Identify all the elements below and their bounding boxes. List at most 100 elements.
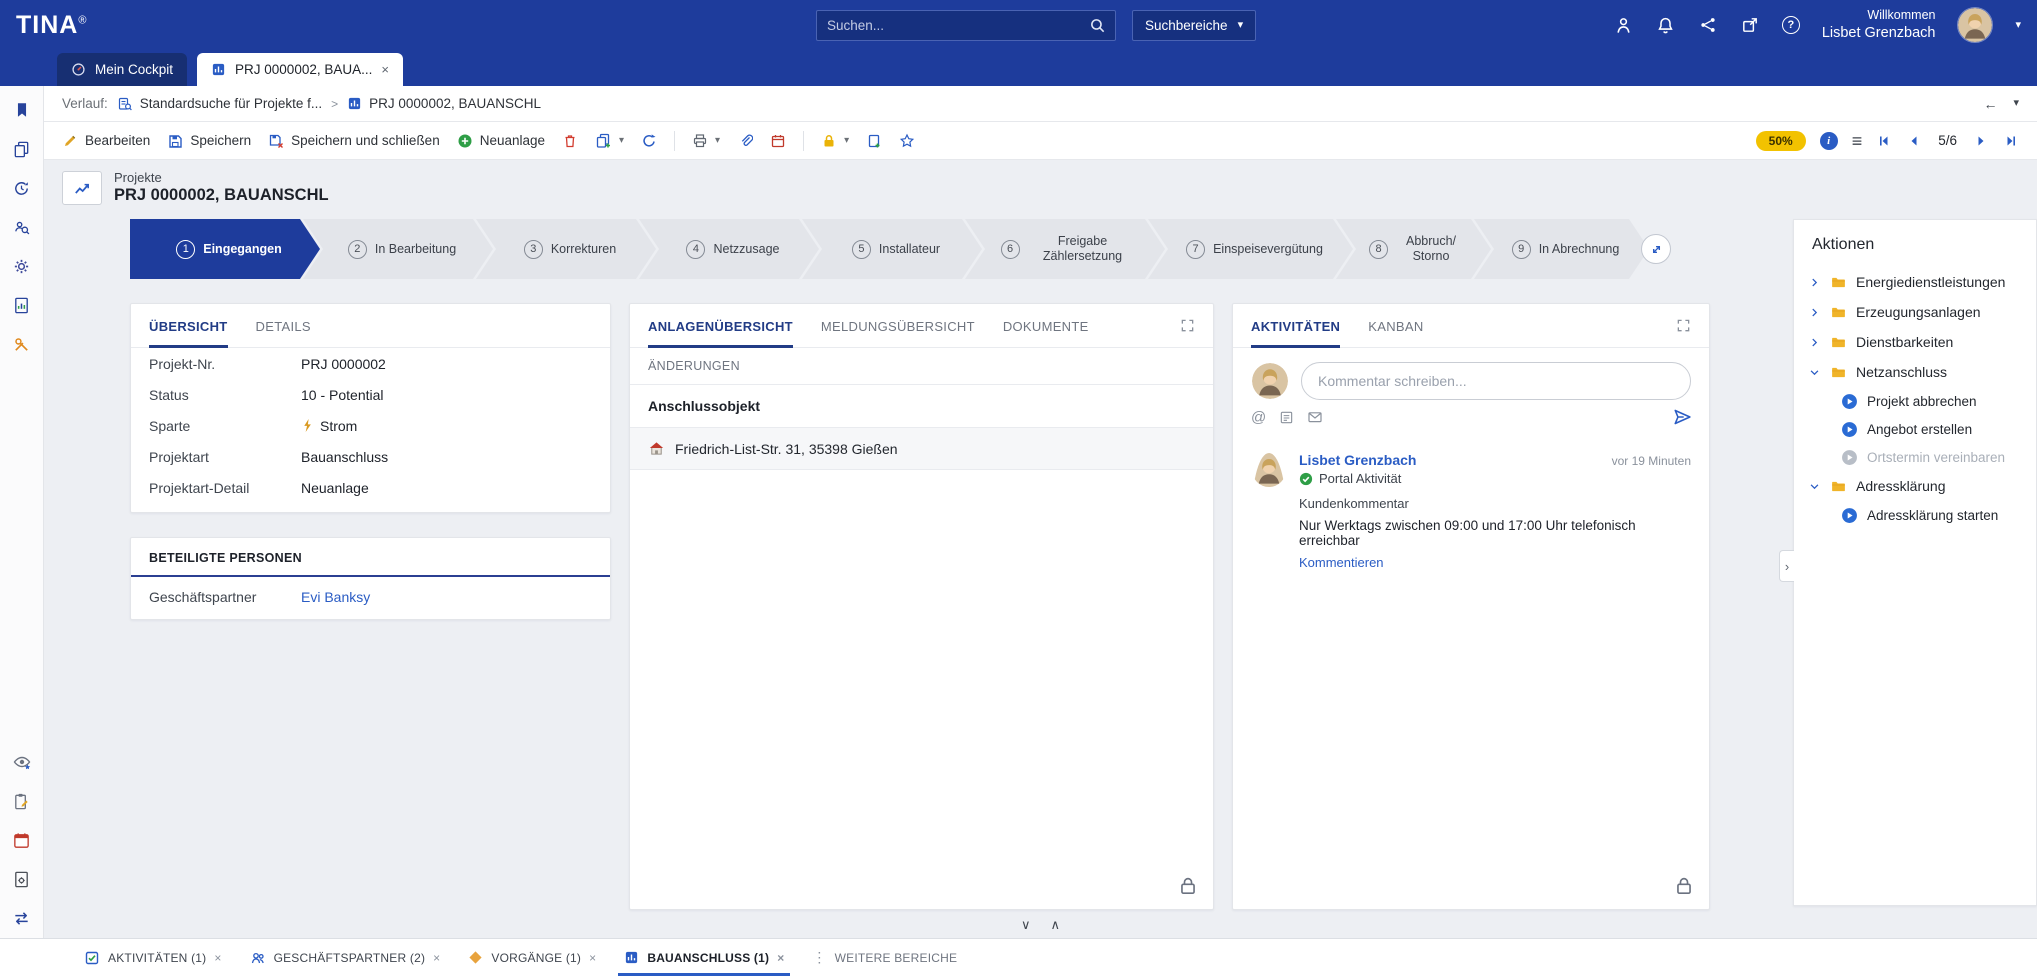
expand-card-icon[interactable] (1180, 318, 1195, 333)
refresh-button[interactable] (641, 133, 657, 149)
protected-lock-icon[interactable] (1673, 875, 1695, 897)
document-gear-icon[interactable] (12, 869, 32, 889)
comment-action-link[interactable]: Kommentieren (1299, 555, 1691, 570)
tab-details[interactable]: DETAILS (256, 304, 311, 348)
action-group-adressklaerung[interactable]: Adressklärung (1794, 471, 2036, 501)
lock-button[interactable]: ▾ (821, 133, 849, 149)
partner-link[interactable]: Evi Banksy (301, 589, 370, 605)
tab-meldungsuebersicht[interactable]: MELDUNGSÜBERSICHT (821, 304, 975, 348)
calendar-icon[interactable] (12, 830, 32, 850)
attachment-button[interactable] (737, 133, 753, 149)
stage-abbruch-storno[interactable]: 8Abbruch/ Storno (1336, 219, 1491, 279)
stage-eingegangen[interactable]: 1Eingegangen (130, 219, 320, 279)
send-comment-icon[interactable] (1673, 408, 1691, 426)
report-document-icon[interactable] (12, 295, 32, 315)
search-scope-button[interactable]: Suchbereiche ▾ (1132, 10, 1256, 41)
duplicate-button[interactable]: ▾ (595, 132, 624, 149)
form-icon[interactable] (1279, 410, 1294, 425)
expand-card-icon[interactable] (1676, 318, 1691, 333)
breadcrumb-item-project[interactable]: PRJ 0000002, BAUANSCHL (347, 96, 541, 111)
comment-input[interactable] (1301, 362, 1691, 400)
help-icon[interactable]: ? (1782, 16, 1800, 34)
menu-icon[interactable]: ≡ (1852, 132, 1863, 150)
action-group-energiedienstleistungen[interactable]: Energiedienstleistungen (1794, 267, 2036, 297)
collapse-up-icon[interactable]: ∧ (1051, 917, 1061, 933)
action-angebot-erstellen[interactable]: Angebot erstellen (1794, 415, 2036, 443)
stage-netzzusage[interactable]: 4Netzzusage (639, 219, 819, 279)
breadcrumb-item-search[interactable]: Standardsuche für Projekte f... (117, 96, 322, 112)
stage-edit-expand-button[interactable] (1641, 234, 1671, 264)
search-icon[interactable] (1087, 16, 1107, 36)
footer-more-areas[interactable]: ⋮ WEITERE BEREICHE (806, 939, 957, 976)
stage-installateur[interactable]: 5Installateur (802, 219, 982, 279)
previous-record-icon[interactable] (1906, 133, 1922, 149)
tab-anlagenuebersicht[interactable]: ANLAGENÜBERSICHT (648, 304, 793, 348)
close-icon[interactable]: × (433, 951, 440, 965)
stage-freigabe-zaehlersetzung[interactable]: 6Freigabe Zählersetzung (965, 219, 1165, 279)
user-avatar[interactable] (1957, 7, 1993, 43)
notifications-bell-icon[interactable] (1656, 15, 1676, 35)
stage-korrekturen[interactable]: 3Korrekturen (476, 219, 656, 279)
tab-kanban[interactable]: KANBAN (1368, 304, 1423, 348)
save-button[interactable]: Speichern (167, 133, 251, 149)
tab-project-document[interactable]: PRJ 0000002, BAUA... × (197, 53, 403, 86)
edit-button[interactable]: Bearbeiten (62, 133, 150, 149)
add-document-button[interactable] (866, 133, 882, 149)
share-icon[interactable] (1698, 15, 1718, 35)
close-icon[interactable]: × (381, 63, 389, 76)
footer-tab-geschaeftspartner[interactable]: GESCHÄFTSPARTNER (2) × (244, 939, 447, 976)
protected-lock-icon[interactable] (1177, 875, 1199, 897)
history-dropdown-icon[interactable]: ▾ (2013, 98, 2019, 109)
favorite-star-icon[interactable] (899, 133, 915, 149)
tab-aktivitaeten[interactable]: AKTIVITÄTEN (1251, 304, 1340, 348)
app-logo[interactable]: TINA® (0, 11, 87, 40)
tab-dokumente[interactable]: DOKUMENTE (1003, 304, 1089, 348)
close-icon[interactable]: × (777, 951, 784, 965)
stage-einspeiseverguetung[interactable]: 7Einspeisevergütung (1148, 219, 1353, 279)
actions-panel-collapse-button[interactable]: › (1779, 550, 1794, 582)
connection-object-row[interactable]: Friedrich-List-Str. 31, 35398 Gießen (630, 428, 1213, 470)
print-button[interactable]: ▾ (692, 133, 720, 149)
footer-tab-aktivitaeten[interactable]: AKTIVITÄTEN (1) × (78, 939, 228, 976)
tab-mein-cockpit[interactable]: Mein Cockpit (57, 53, 187, 86)
close-icon[interactable]: × (589, 951, 596, 965)
save-close-button[interactable]: Speichern und schließen (268, 133, 440, 149)
footer-tab-vorgaenge[interactable]: VORGÄNGE (1) × (462, 939, 602, 976)
user-directory-icon[interactable] (1614, 15, 1634, 35)
mention-at-icon[interactable]: @ (1251, 410, 1266, 425)
action-projekt-abbrechen[interactable]: Projekt abbrechen (1794, 387, 2036, 415)
copy-pages-icon[interactable] (12, 139, 32, 159)
new-record-button[interactable]: Neuanlage (457, 133, 545, 149)
tasks-clipboard-icon[interactable] (12, 791, 32, 811)
stage-in-bearbeitung[interactable]: 2In Bearbeitung (303, 219, 493, 279)
last-record-icon[interactable] (2003, 133, 2019, 149)
tools-icon[interactable] (12, 334, 32, 354)
first-record-icon[interactable] (1876, 133, 1892, 149)
tab-uebersicht[interactable]: ÜBERSICHT (149, 304, 228, 348)
open-external-icon[interactable] (1740, 15, 1760, 35)
delete-button[interactable] (562, 133, 578, 149)
action-group-netzanschluss[interactable]: Netzanschluss (1794, 357, 2036, 387)
search-input[interactable] (817, 18, 1087, 33)
info-icon[interactable]: i (1820, 132, 1838, 150)
user-search-icon[interactable] (12, 217, 32, 237)
next-record-icon[interactable] (1973, 133, 1989, 149)
action-adressklaerung-starten[interactable]: Adressklärung starten (1794, 501, 2036, 529)
progress-badge[interactable]: 50% (1756, 131, 1806, 151)
calendar-button[interactable] (770, 133, 786, 149)
settings-gear-icon[interactable] (12, 256, 32, 276)
stage-in-abrechnung[interactable]: 9In Abrechnung (1474, 219, 1649, 279)
activity-author-link[interactable]: Lisbet Grenzbach (1299, 452, 1416, 468)
history-clock-icon[interactable] (12, 178, 32, 198)
mail-icon[interactable] (1307, 409, 1323, 425)
close-icon[interactable]: × (214, 951, 221, 965)
user-menu-chevron-icon[interactable]: ▾ (2015, 20, 2021, 31)
preview-eye-star-icon[interactable] (12, 752, 32, 772)
collapse-down-icon[interactable]: ∨ (1021, 917, 1031, 933)
tab-aenderungen[interactable]: ÄNDERUNGEN (648, 359, 740, 373)
action-group-dienstbarkeiten[interactable]: Dienstbarkeiten (1794, 327, 2036, 357)
action-group-erzeugungsanlagen[interactable]: Erzeugungsanlagen (1794, 297, 2036, 327)
swap-arrows-icon[interactable] (12, 908, 32, 928)
footer-tab-bauanschluss[interactable]: BAUANSCHLUSS (1) × (618, 939, 790, 976)
bookmark-icon[interactable] (12, 100, 32, 120)
